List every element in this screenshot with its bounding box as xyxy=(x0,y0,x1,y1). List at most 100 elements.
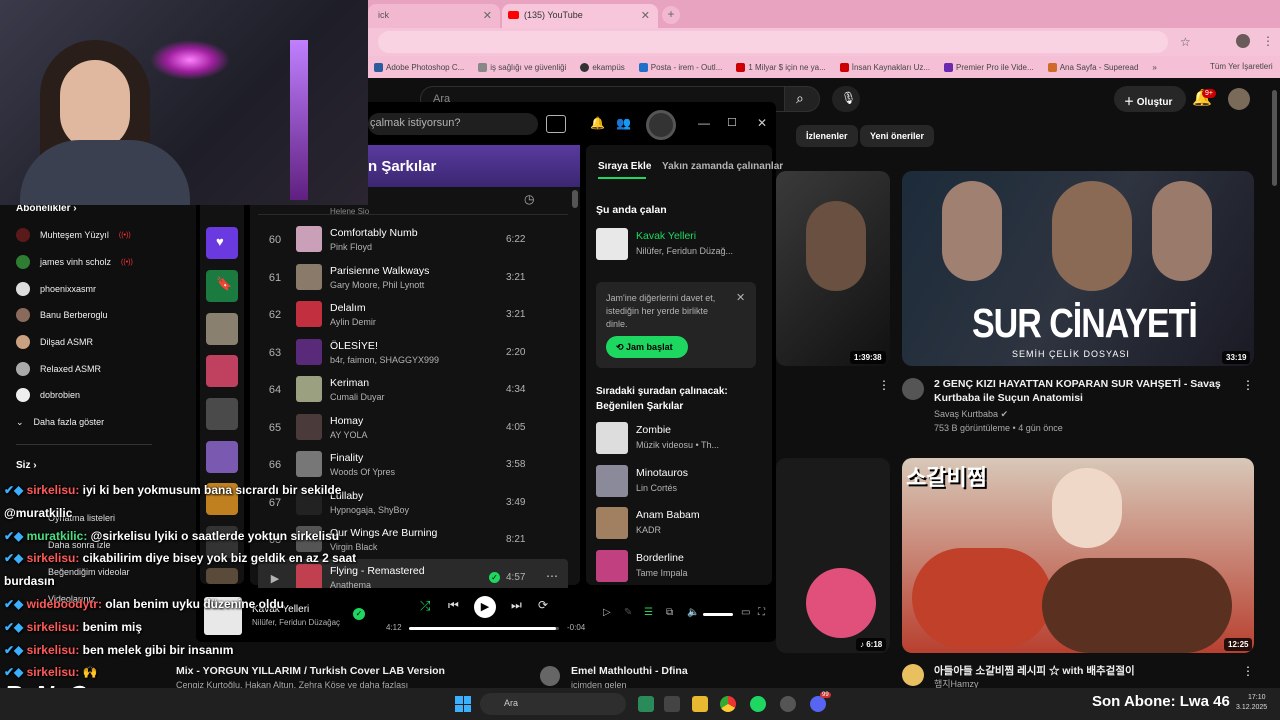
maximize-icon[interactable]: ☐ xyxy=(727,116,737,129)
library-item[interactable] xyxy=(206,441,238,473)
fullscreen-icon[interactable]: ⛶ xyxy=(758,607,765,618)
sidebar-sub[interactable]: james vinh scholz ((•)) xyxy=(16,251,166,273)
spotify-search-input[interactable]: çalmak istiyorsun? xyxy=(368,113,538,135)
you-heading[interactable]: Siz › xyxy=(16,460,37,471)
track-row[interactable]: 65 Homay AY YOLA 4:05 xyxy=(258,409,568,447)
library-item[interactable] xyxy=(206,568,238,584)
scrollbar[interactable] xyxy=(572,190,578,208)
queue-item[interactable]: Zombie Müzik videosu • Th... xyxy=(596,420,772,458)
browser-tab[interactable]: ick ✕ xyxy=(368,4,500,28)
sidebar-sub[interactable]: phoenixxasmr xyxy=(16,278,166,300)
app-icon[interactable] xyxy=(780,696,796,712)
bookmark-item[interactable]: Ana Sayfa - Superead xyxy=(1047,62,1138,72)
lyrics-icon[interactable]: ✎ xyxy=(624,607,632,618)
track-artist[interactable]: AY YOLA xyxy=(330,430,368,440)
video-thumbnail[interactable]: 소갈비찜 12:25 xyxy=(902,458,1254,653)
chip-watched[interactable]: İzlenenler xyxy=(796,125,858,147)
star-icon[interactable]: ☆ xyxy=(1180,35,1191,49)
now-playing-item[interactable]: Kavak Yelleri Nilüfer, Feridun Düzağ... xyxy=(596,226,772,264)
chrome-icon[interactable] xyxy=(720,696,736,712)
folder-icon[interactable] xyxy=(692,696,708,712)
player-track-artist[interactable]: Nilüfer, Feridun Düzağaç xyxy=(252,618,340,627)
video-title[interactable]: Emel Mathlouthi - Dfina xyxy=(571,664,688,678)
volume-icon[interactable]: 🔈 xyxy=(687,607,699,618)
bookmark-item[interactable]: iş sağlığı ve güvenliği xyxy=(478,62,566,72)
queue-item[interactable]: Borderline Tame Impala xyxy=(596,548,772,586)
track-artist[interactable]: Cumali Duyar xyxy=(330,392,385,402)
track-row[interactable]: 60 Comfortably Numb Pink Floyd 6:22 xyxy=(258,221,568,259)
close-icon[interactable]: ✕ xyxy=(757,116,767,130)
bookmark-item[interactable]: ekampüs xyxy=(580,62,625,72)
discord-icon[interactable] xyxy=(810,696,826,712)
shuffle-icon[interactable]: ⤮ xyxy=(420,598,430,614)
video-title[interactable]: Mix - YORGUN YILLARIM / Turkish Cover LA… xyxy=(176,664,445,678)
sidebar-sub[interactable]: Relaxed ASMR xyxy=(16,358,166,380)
now-playing-view-icon[interactable]: ▷ xyxy=(603,607,611,618)
sidebar-sub[interactable]: Dilşad ASMR xyxy=(16,331,166,353)
browse-icon[interactable] xyxy=(546,115,566,133)
search-button[interactable]: ⌕ xyxy=(784,86,820,112)
track-artist[interactable]: Gary Moore, Phil Lynott xyxy=(330,280,424,290)
track-title[interactable]: Our Wings Are Burning xyxy=(330,527,437,539)
track-title[interactable]: Delalım xyxy=(330,302,366,314)
browser-tab-youtube[interactable]: (135) YouTube ✕ xyxy=(502,4,658,28)
channel-avatar[interactable] xyxy=(540,666,560,686)
clock-date[interactable]: 3.12.2025 xyxy=(1236,704,1267,711)
track-title[interactable]: Parisienne Walkways xyxy=(330,265,429,277)
tab-queue[interactable]: Sıraya Ekle xyxy=(598,161,651,172)
bookmark-item[interactable]: İnsan Kaynakları Uz... xyxy=(839,62,930,72)
track-title[interactable]: ÖLESİYE! xyxy=(330,340,378,352)
track-row[interactable]: 66 Finality Woods Of Ypres 3:58 xyxy=(258,446,568,484)
connect-device-icon[interactable]: ⧉ xyxy=(666,607,673,618)
video-thumbnail[interactable]: SUR CİNAYETİ SEMİH ÇELİK DOSYASI 33:19 xyxy=(902,171,1254,366)
video-title[interactable]: 2 GENÇ KIZI HAYATTAN KOPARAN SUR VAHŞETİ… xyxy=(934,377,1234,405)
next-from-name[interactable]: Beğenilen Şarkılar xyxy=(596,401,683,412)
progress-bar[interactable] xyxy=(409,627,559,630)
track-artist[interactable]: b4r, faimon, SHAGGYX999 xyxy=(330,355,439,365)
address-bar[interactable] xyxy=(378,31,1168,53)
bell-icon[interactable]: 🔔 xyxy=(590,116,605,130)
queue-item[interactable]: Minotauros Lin Cortés xyxy=(596,463,772,501)
video-thumbnail[interactable]: 1:39:38 xyxy=(776,171,890,366)
clock-time[interactable]: 17:10 xyxy=(1248,694,1266,701)
bookmark-item[interactable]: Posta - irem - Outl... xyxy=(638,62,722,72)
previous-icon[interactable]: ⏮ xyxy=(448,598,459,613)
video-thumbnail[interactable]: ♪ 6:18 xyxy=(776,458,890,653)
more-options-icon[interactable]: ⋮ xyxy=(1242,378,1254,392)
more-options-icon[interactable]: ⋮ xyxy=(878,378,890,392)
track-title[interactable]: Comfortably Numb xyxy=(330,227,418,239)
channel-avatar[interactable] xyxy=(902,664,924,686)
track-artist[interactable]: Aylin Demir xyxy=(330,317,376,327)
friends-icon[interactable]: 👥 xyxy=(616,116,631,130)
menu-icon[interactable]: ⋮ xyxy=(1262,34,1274,48)
track-title[interactable]: Homay xyxy=(330,415,363,427)
queue-item[interactable]: Anam Babam KADR xyxy=(596,505,772,543)
avatar[interactable] xyxy=(646,110,676,140)
more-options-icon[interactable]: ⋯ xyxy=(546,569,558,583)
library-item[interactable] xyxy=(206,313,238,345)
miniplayer-icon[interactable]: ▭ xyxy=(741,607,750,618)
track-row[interactable]: 64 Keriman Cumali Duyar 4:34 xyxy=(258,371,568,409)
bookmark-item[interactable]: 1 Milyar $ için ne ya... xyxy=(736,62,826,72)
avatar[interactable] xyxy=(1228,88,1250,110)
volume-slider[interactable] xyxy=(703,613,733,616)
track-title[interactable]: Finality xyxy=(330,452,363,464)
check-icon[interactable]: ✓ xyxy=(353,608,365,620)
bookmark-item[interactable]: Adobe Photoshop C... xyxy=(374,62,464,72)
bookmarks-more[interactable]: » xyxy=(1152,63,1156,72)
scrollbar[interactable] xyxy=(1272,90,1277,186)
close-icon[interactable]: ✕ xyxy=(483,9,492,22)
track-artist[interactable]: Woods Of Ypres xyxy=(330,467,395,477)
library-item[interactable] xyxy=(206,398,238,430)
sidebar-liked[interactable]: Beğendiğim videolar xyxy=(48,567,130,577)
channel-name[interactable]: Savaş Kurtbaba ✔ xyxy=(934,408,1008,421)
spotify-icon[interactable] xyxy=(750,696,766,712)
taskbar-search[interactable]: Ara xyxy=(480,693,626,715)
channel-avatar[interactable] xyxy=(902,378,924,400)
close-icon[interactable]: ✕ xyxy=(641,9,650,22)
sidebar-sub[interactable]: dobrobien xyxy=(16,384,166,406)
create-button[interactable]: ＋ Oluştur xyxy=(1114,86,1186,112)
new-tab-button[interactable]: + xyxy=(662,6,680,24)
bookmark-item[interactable]: Premier Pro ile Vide... xyxy=(944,62,1034,72)
tab-recent[interactable]: Yakın zamanda çalınanlar xyxy=(662,161,783,172)
